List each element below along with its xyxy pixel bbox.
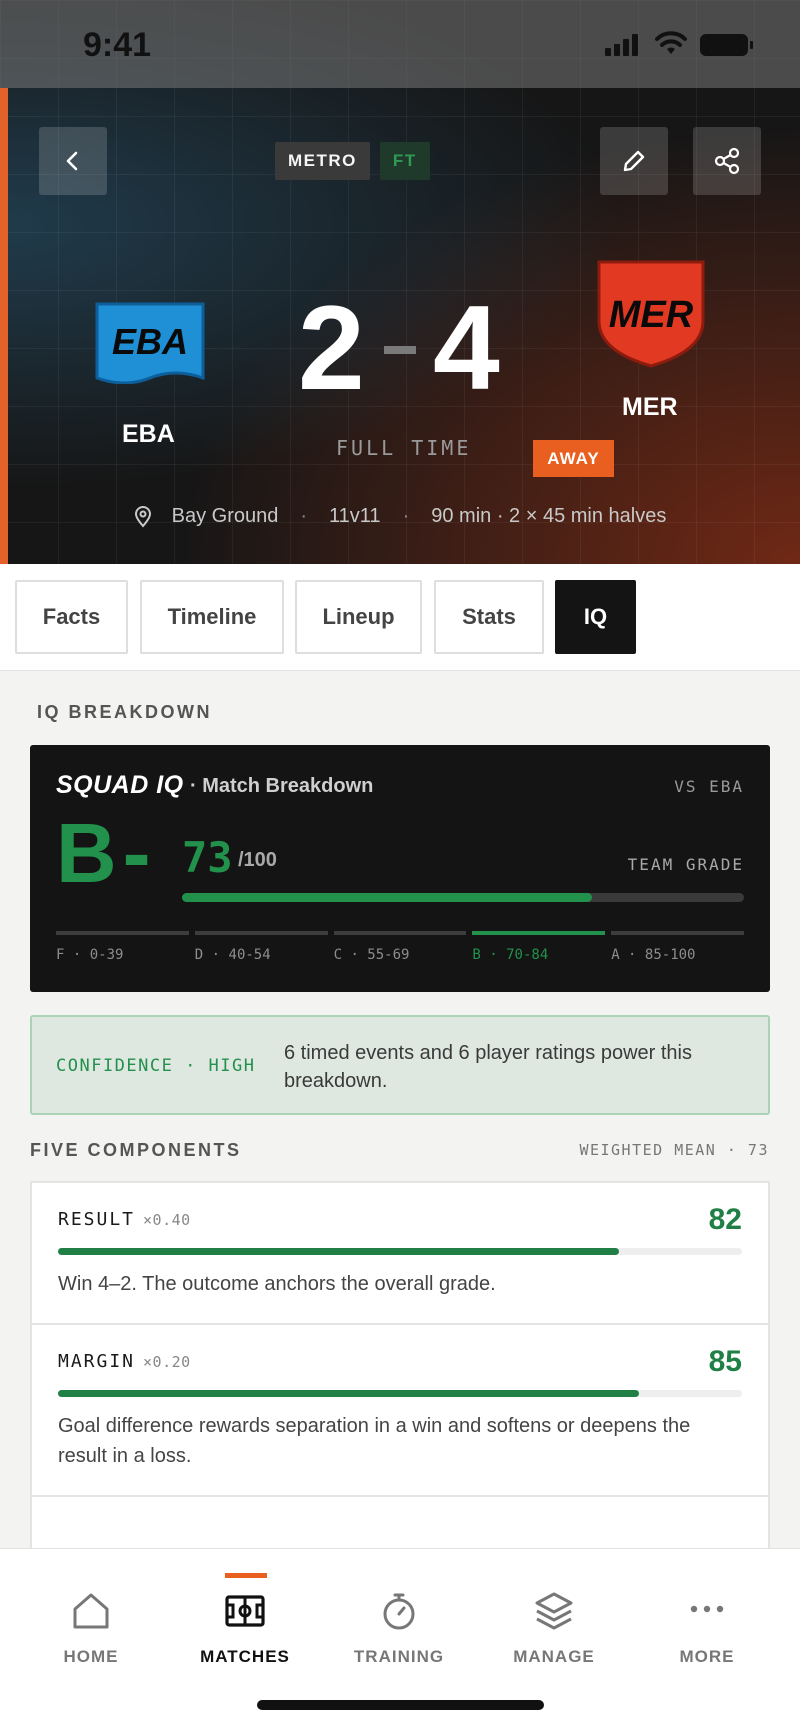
squad-iq-card: SQUAD IQ · Match Breakdown VS EBA B- 73 … <box>30 745 770 992</box>
match-header: 9:41 METRO FT EBA EBA 2 4 FULL TIME MER … <box>0 0 800 564</box>
match-duration: 90 min · 2 × 45 min halves <box>431 505 667 527</box>
match-meta: Bay Ground · 11v11 · 90 min · 2 × 45 min… <box>0 505 800 528</box>
stopwatch-icon <box>383 1593 415 1630</box>
layers-icon <box>535 1592 573 1630</box>
iq-section-label: IQ BREAKDOWN <box>37 702 212 722</box>
edit-button[interactable] <box>600 127 668 195</box>
tab-lineup[interactable]: Lineup <box>295 580 422 654</box>
away-badge: AWAY <box>533 440 614 477</box>
home-icon <box>73 1593 109 1629</box>
away-team-name: MER <box>622 393 678 421</box>
confidence-label: CONFIDENCE · HIGH <box>56 1056 256 1076</box>
share-icon <box>714 147 740 175</box>
nav-more-label: MORE <box>679 1647 735 1666</box>
home-score: 2 <box>298 281 365 415</box>
back-button[interactable] <box>39 127 107 195</box>
nav-home[interactable]: HOME <box>16 1589 166 1667</box>
component-description: Win 4–2. The outcome anchors the overall… <box>58 1273 496 1295</box>
iq-progress-fill <box>182 893 593 902</box>
component-description: Goal difference rewards separation in a … <box>58 1415 691 1467</box>
meta-separator: · <box>300 505 308 527</box>
status-bar: 9:41 <box>0 0 800 88</box>
team-grade-label: TEAM GRADE <box>627 855 744 874</box>
home-team-name: EBA <box>122 420 175 448</box>
cellular-signal-icon <box>605 34 641 56</box>
nav-matches[interactable]: MATCHES <box>170 1589 320 1667</box>
component-weight: ×0.20 <box>143 1353 191 1371</box>
nav-manage-label: MANAGE <box>513 1647 595 1666</box>
header-accent-stripe <box>0 88 8 564</box>
component-result: RESULT ×0.40 82 Win 4–2. The outcome anch… <box>32 1183 768 1325</box>
component-progress-fill <box>58 1248 619 1255</box>
component-score: 82 <box>708 1203 742 1236</box>
status-chip: FT <box>379 142 430 180</box>
pencil-icon <box>623 150 645 172</box>
full-time-label: FULL TIME <box>336 436 472 460</box>
team-grade-letter: B- <box>56 806 157 900</box>
confidence-text: 6 timed events and 6 player ratings powe… <box>284 1042 692 1092</box>
opponent-label: VS EBA <box>674 777 744 796</box>
away-crest-text: MER <box>609 294 694 336</box>
home-team-crest: EBA <box>95 302 205 384</box>
iq-score: 73 <box>182 833 233 882</box>
venue-name: Bay Ground <box>171 505 279 527</box>
league-chip: METRO <box>275 142 370 180</box>
components-list: RESULT ×0.40 82 Win 4–2. The outcome anch… <box>30 1181 770 1548</box>
nav-more[interactable]: MORE <box>632 1589 782 1667</box>
tab-facts[interactable]: Facts <box>15 580 128 654</box>
components-section-label: FIVE COMPONENTS <box>30 1140 242 1160</box>
iq-score-max: /100 <box>238 849 277 871</box>
confidence-banner: CONFIDENCE · HIGH 6 timed events and 6 p… <box>30 1015 770 1115</box>
nav-home-label: HOME <box>63 1647 119 1666</box>
match-format: 11v11 <box>329 505 381 527</box>
squad-iq-title: SQUAD IQ <box>56 771 184 799</box>
component-progress-fill <box>58 1390 640 1397</box>
weighted-mean-label: WEIGHTED MEAN · 73 <box>579 1141 769 1159</box>
grade-scale-a: A · 85-100 <box>611 931 744 963</box>
component-progress-bar <box>58 1390 742 1397</box>
status-time: 9:41 <box>83 26 152 64</box>
chevron-left-icon <box>66 151 78 171</box>
component-margin: MARGIN ×0.20 85 Goal difference rewards s… <box>32 1325 768 1497</box>
pitch-icon <box>225 1595 265 1627</box>
component-score: 85 <box>708 1345 742 1378</box>
grade-scale: F · 0-39 D · 40-54 C · 55-69 B · 70-84 A… <box>56 931 744 963</box>
component-name: MARGIN <box>58 1351 136 1372</box>
nav-training-label: TRAINING <box>353 1647 445 1666</box>
wifi-icon <box>655 31 687 54</box>
away-team-crest: MER <box>597 260 705 368</box>
grade-scale-c: C · 55-69 <box>333 931 467 963</box>
component-progress-bar <box>58 1248 742 1255</box>
grade-scale-b: B · 70-84 <box>472 931 606 963</box>
component-weight: ×0.40 <box>143 1211 191 1229</box>
score-separator <box>384 346 416 354</box>
home-crest-text: EBA <box>112 321 188 362</box>
meta-separator: · <box>402 505 410 527</box>
iq-progress-bar <box>182 893 744 902</box>
battery-icon <box>700 34 753 56</box>
venue: Bay Ground <box>134 505 279 528</box>
tab-timeline[interactable]: Timeline <box>140 580 284 654</box>
away-score: 4 <box>433 281 500 415</box>
component-name: RESULT <box>58 1209 136 1230</box>
share-button[interactable] <box>693 127 761 195</box>
active-tab-indicator <box>225 1573 267 1578</box>
location-pin-icon <box>134 505 151 528</box>
match-tabs: Facts Timeline Lineup Stats IQ <box>0 564 800 671</box>
grade-scale-d: D · 40-54 <box>194 931 328 963</box>
nav-manage[interactable]: MANAGE <box>479 1589 629 1667</box>
tab-stats[interactable]: Stats <box>434 580 544 654</box>
home-indicator <box>257 1700 544 1710</box>
tab-iq[interactable]: IQ <box>555 580 636 654</box>
grade-scale-f: F · 0-39 <box>56 931 189 963</box>
squad-iq-subtitle: · Match Breakdown <box>190 775 374 797</box>
nav-matches-label: MATCHES <box>200 1647 290 1666</box>
nav-training[interactable]: TRAINING <box>324 1589 474 1667</box>
more-icon <box>690 1605 724 1613</box>
match-chips: METRO FT <box>275 142 430 180</box>
